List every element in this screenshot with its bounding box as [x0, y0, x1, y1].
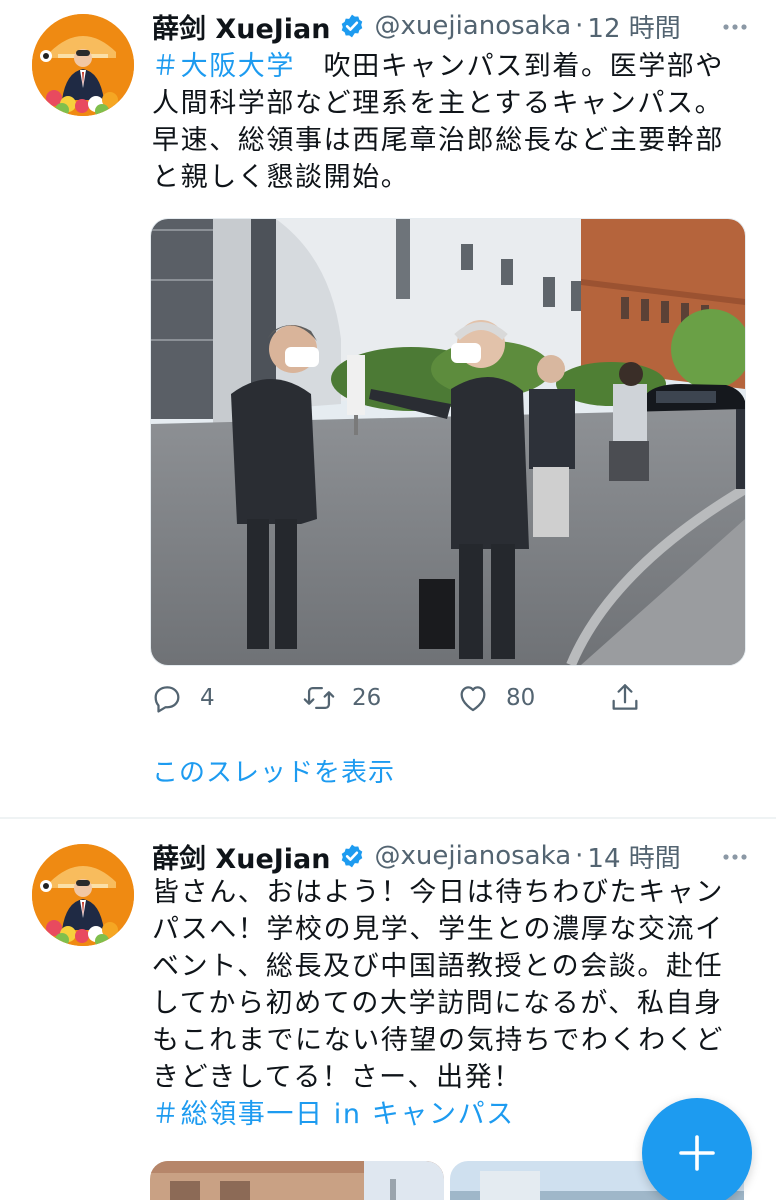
display-name[interactable]: 薛剑 XueJian [152, 7, 331, 46]
timestamp[interactable]: 12 時間 [587, 8, 680, 45]
timeline: 薛剑 XueJian @xuejianosaka · 12 時間 ＃大阪大学 吹… [0, 0, 776, 1200]
verified-badge-icon [341, 14, 362, 38]
retweet-count: 26 [352, 685, 382, 711]
handle[interactable]: @xuejianosaka [375, 11, 572, 41]
hashtag-link[interactable]: ＃大阪大学 [152, 51, 295, 82]
reply-button[interactable]: 4 [150, 676, 215, 720]
avatar-photo [32, 14, 134, 116]
tweet-text-body: 皆さん、おはよう！今日は待ちわびたキャンパスへ！学校の見学、学生との濃厚な交流イ… [152, 877, 724, 1093]
like-button[interactable]: 80 [456, 676, 535, 720]
action-bar: 4 26 80 [150, 676, 650, 720]
like-count: 80 [506, 685, 536, 711]
verified-badge-icon [341, 844, 362, 868]
photo-image [150, 1161, 444, 1200]
share-button[interactable] [608, 676, 642, 720]
heart-icon [460, 686, 486, 712]
separator-dot: · [575, 841, 584, 871]
retweet-button[interactable]: 26 [302, 676, 381, 720]
avatar[interactable] [32, 844, 134, 946]
tweet[interactable]: 薛剑 XueJian @xuejianosaka · 12 時間 ＃大阪大学 吹… [0, 0, 776, 818]
avatar-photo [32, 844, 134, 946]
reply-count: 4 [200, 685, 215, 711]
tweet-header: 薛剑 XueJian @xuejianosaka · 14 時間 [152, 836, 754, 876]
more-icon[interactable] [718, 10, 752, 44]
more-icon[interactable] [718, 840, 752, 874]
photo-image [151, 219, 745, 665]
plus-icon [679, 1135, 715, 1171]
compose-tweet-button[interactable] [642, 1098, 752, 1200]
retweet-icon [303, 686, 335, 710]
reply-icon [154, 686, 180, 713]
handle[interactable]: @xuejianosaka [375, 841, 572, 871]
avatar[interactable] [32, 14, 134, 116]
hashtag-link[interactable]: ＃総領事一日 in キャンパス [152, 1099, 515, 1130]
show-thread-link[interactable]: このスレッドを表示 [152, 752, 395, 789]
share-icon [612, 684, 638, 710]
timestamp[interactable]: 14 時間 [587, 838, 680, 875]
tweet-header: 薛剑 XueJian @xuejianosaka · 12 時間 [152, 6, 754, 46]
tweet-text: 皆さん、おはよう！今日は待ちわびたキャンパスへ！学校の見学、学生との濃厚な交流イ… [152, 874, 747, 1133]
display-name[interactable]: 薛剑 XueJian [152, 837, 331, 876]
tweet-text: ＃大阪大学 吹田キャンパス到着。医学部や人間科学部など理系を主とするキャンパス。… [152, 48, 747, 196]
tweet-photo[interactable] [150, 218, 746, 666]
separator-dot: · [575, 11, 584, 41]
divider [0, 817, 776, 819]
tweet-photo[interactable] [150, 1161, 444, 1200]
